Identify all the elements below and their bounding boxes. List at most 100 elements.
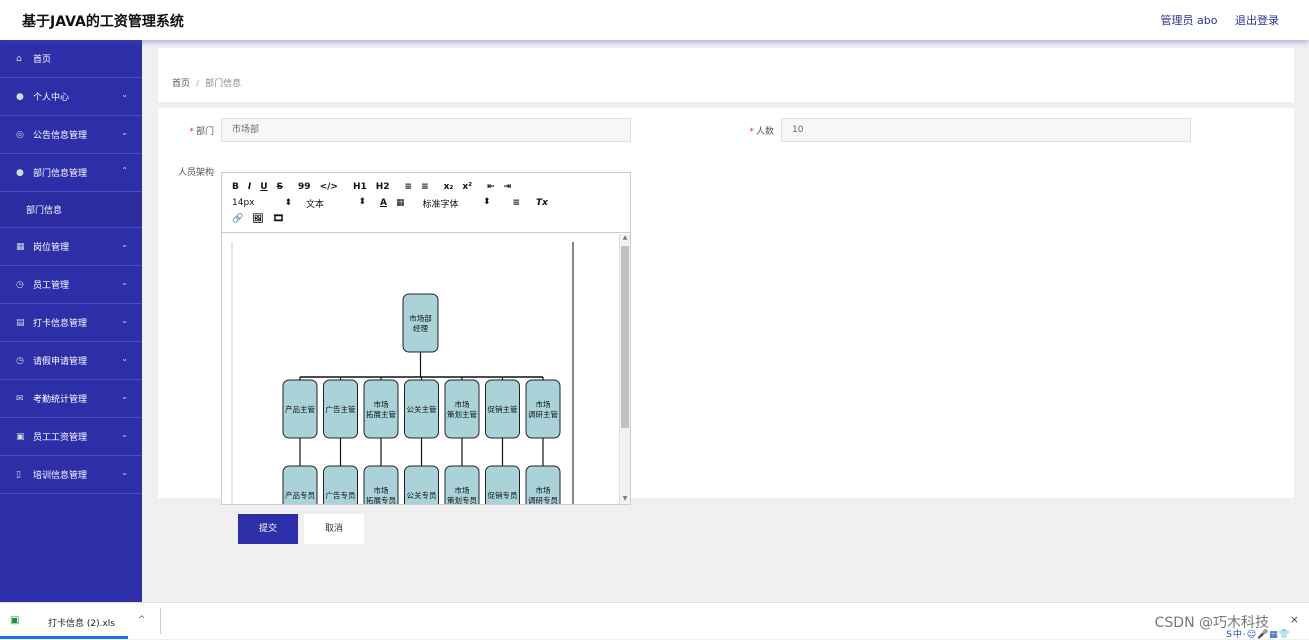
sidebar-item-home[interactable]: ⌂ 首页: [0, 40, 142, 78]
toolbar-row: 🔗 🖼 🎞: [232, 211, 630, 227]
home-icon: ⌂: [16, 53, 22, 64]
sidebar-item-position[interactable]: ▦ 岗位管理 ⌄: [0, 228, 142, 266]
org-box-supervisor: 产品主管: [282, 379, 318, 439]
sidebar-item-label: 员工管理: [33, 281, 70, 291]
svg-text:促销专员: 促销专员: [488, 490, 518, 500]
structure-label: 人员架构: [177, 168, 214, 178]
select-arrow-icon: ⬍: [482, 196, 491, 207]
dept-input[interactable]: 市场部: [221, 118, 631, 142]
sidebar-item-attendance[interactable]: ✉ 考勤统计管理 ⌄: [0, 380, 142, 418]
count-label: * 人数: [749, 127, 774, 137]
sidebar-item-checkin[interactable]: ▤ 打卡信息管理 ⌄: [0, 304, 142, 342]
logout-link[interactable]: 退出登录: [1235, 14, 1279, 27]
scroll-thumb[interactable]: [621, 246, 629, 428]
sidebar-item-label: 员工工资管理: [33, 433, 88, 443]
phone-icon: ▯: [16, 469, 21, 480]
svg-text:广告专员: 广告专员: [326, 490, 356, 500]
breadcrumb: 首页 / 部门信息: [172, 76, 241, 89]
system-tray-icons: S中·☺🎤▦👕: [1226, 630, 1291, 640]
chevron-down-icon: ⌄: [121, 392, 128, 401]
chevron-down-icon: ⌄: [121, 90, 128, 99]
clear-format-icon[interactable]: Tx: [536, 198, 548, 208]
sidebar-item-employee[interactable]: ◷ 员工管理 ⌄: [0, 266, 142, 304]
chevron-down-icon: ⌄: [121, 354, 128, 363]
sidebar-item-notice[interactable]: ◎ 公告信息管理 ⌄: [0, 116, 142, 154]
sidebar: ⌂ 首页 ● 个人中心 ⌄ ◎ 公告信息管理 ⌄ ● 部门信息管理 ⌃ 部门信息…: [0, 40, 142, 602]
main-content: 首页 / 部门信息 * 部门 市场部 * 人数 10 人员架构 B I U S 99 <…: [142, 40, 1309, 602]
chevron-down-icon: ⌄: [121, 316, 128, 325]
outdent-button[interactable]: ⇤: [487, 182, 495, 192]
background-color-icon[interactable]: ▦: [396, 198, 405, 208]
text-color-icon[interactable]: A: [380, 198, 387, 208]
org-box-supervisor: 促销主管: [485, 379, 520, 439]
download-filename[interactable]: 打卡信息 (2).xls: [48, 616, 115, 629]
sidebar-item-label: 部门信息: [26, 206, 63, 216]
superscript-button[interactable]: x²: [462, 182, 472, 192]
sidebar-item-training[interactable]: ▯ 培训信息管理 ⌄: [0, 456, 142, 494]
sidebar-item-profile[interactable]: ● 个人中心 ⌄: [0, 78, 142, 116]
sidebar-item-salary[interactable]: ▣ 员工工资管理 ⌄: [0, 418, 142, 456]
code-block-button[interactable]: </>: [320, 182, 338, 192]
org-box-supervisor: 公关主管: [404, 379, 439, 439]
user-area: 管理员 abo 退出登录: [1147, 12, 1279, 28]
font-size-select[interactable]: 14px ⬍: [232, 198, 292, 208]
subscript-button[interactable]: x₂: [444, 182, 454, 192]
heading2-button[interactable]: H2: [376, 182, 390, 192]
clock-icon: ◷: [16, 355, 24, 366]
bullet-list-button[interactable]: ≡: [421, 182, 429, 192]
org-box-supervisor: 市场策划主管: [444, 379, 480, 439]
svg-text:促销主管: 促销主管: [488, 404, 518, 414]
sidebar-item-label: 首页: [33, 55, 52, 65]
select-arrow-icon: ⬍: [284, 198, 292, 208]
user-name[interactable]: 管理员 abo: [1161, 14, 1218, 27]
top-bar: 基于JAVA的工资管理系统 管理员 abo 退出登录: [0, 0, 1309, 40]
svg-text:公关专员: 公关专员: [407, 490, 437, 500]
clock-icon: ◷: [16, 279, 24, 290]
count-input[interactable]: 10: [781, 118, 1191, 142]
grid-icon: ▦: [16, 241, 25, 252]
sidebar-item-label: 培训信息管理: [33, 471, 88, 481]
italic-button[interactable]: I: [248, 182, 251, 192]
align-icon[interactable]: ≡: [512, 198, 520, 208]
toolbar-row: B I U S 99 </> H1 H2 ≡ ≡ x₂ x² ⇤ ⇥: [232, 179, 630, 195]
heading1-button[interactable]: H1: [353, 182, 367, 192]
bold-button[interactable]: B: [232, 182, 239, 192]
svg-text:公关主管: 公关主管: [407, 404, 437, 414]
scroll-up-icon[interactable]: ▲: [620, 234, 630, 244]
org-box-specialist: 市场拓展专员: [363, 465, 399, 504]
editor-content[interactable]: 市场部经理 产品主管 产品专员 广告主管 广告专员 市场拓展主管 市场拓展专员 公关主管 公关专…: [222, 234, 630, 504]
chevron-up-icon[interactable]: ^: [138, 615, 146, 625]
org-box-specialist: 市场调研专员: [525, 465, 561, 504]
blockquote-button[interactable]: 99: [298, 182, 311, 192]
chevron-down-icon: ⌄: [121, 430, 128, 439]
sidebar-item-label: 个人中心: [33, 93, 70, 103]
sidebar-item-leave[interactable]: ◷ 请假申请管理 ⌄: [0, 342, 142, 380]
breadcrumb-card: 首页 / 部门信息: [158, 48, 1294, 102]
app-title: 基于JAVA的工资管理系统: [22, 14, 184, 30]
org-box-specialist: 广告专员: [323, 465, 358, 504]
org-box-specialist: 市场策划专员: [444, 465, 480, 504]
breadcrumb-home[interactable]: 首页: [172, 79, 190, 89]
font-family-select[interactable]: 标准字体 ⬍: [422, 197, 490, 210]
image-icon[interactable]: 🖼: [252, 214, 263, 224]
mail-icon: ✉: [16, 393, 24, 404]
department-form: * 部门 市场部 * 人数 10 人员架构 B I U S 99 </> H1 H2…: [158, 108, 1294, 544]
ordered-list-button[interactable]: ≡: [405, 182, 413, 192]
indent-button[interactable]: ⇥: [504, 182, 512, 192]
video-icon[interactable]: 🎞: [273, 214, 284, 224]
cancel-button[interactable]: 取消: [304, 514, 364, 544]
underline-button[interactable]: U: [260, 182, 267, 192]
sidebar-subitem-department-info[interactable]: 部门信息: [0, 192, 142, 228]
excel-file-icon: ▣: [10, 615, 20, 626]
breadcrumb-separator: /: [196, 79, 200, 89]
user-icon: ●: [16, 91, 24, 102]
editor-scrollbar[interactable]: ▲ ▼: [619, 234, 630, 504]
strike-button[interactable]: S: [277, 182, 283, 192]
submit-button[interactable]: 提交: [238, 514, 298, 544]
text-style-select[interactable]: 文本 ⬍: [306, 197, 366, 210]
select-arrow-icon: ⬍: [358, 196, 366, 207]
sidebar-item-department[interactable]: ● 部门信息管理 ⌃: [0, 154, 142, 192]
link-icon[interactable]: 🔗: [232, 214, 243, 224]
scroll-down-icon[interactable]: ▼: [620, 495, 630, 504]
close-icon[interactable]: ×: [1290, 613, 1299, 626]
